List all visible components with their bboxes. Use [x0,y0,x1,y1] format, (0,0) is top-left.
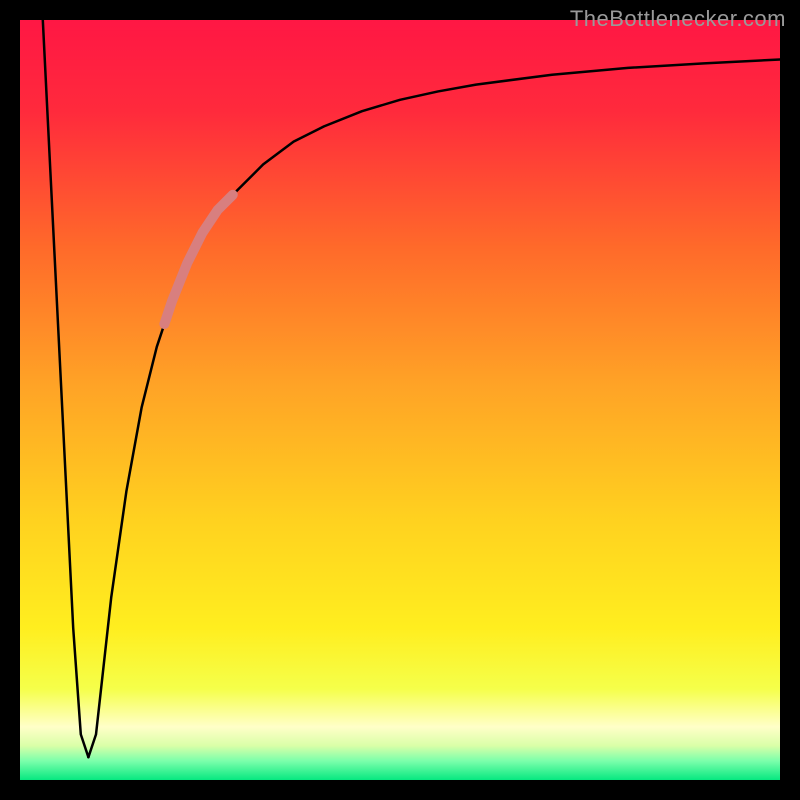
plot-area [20,20,780,780]
chart-svg [20,20,780,780]
gradient-background [20,20,780,780]
watermark-text: TheBottlenecker.com [570,6,786,32]
chart-container: TheBottlenecker.com [0,0,800,800]
